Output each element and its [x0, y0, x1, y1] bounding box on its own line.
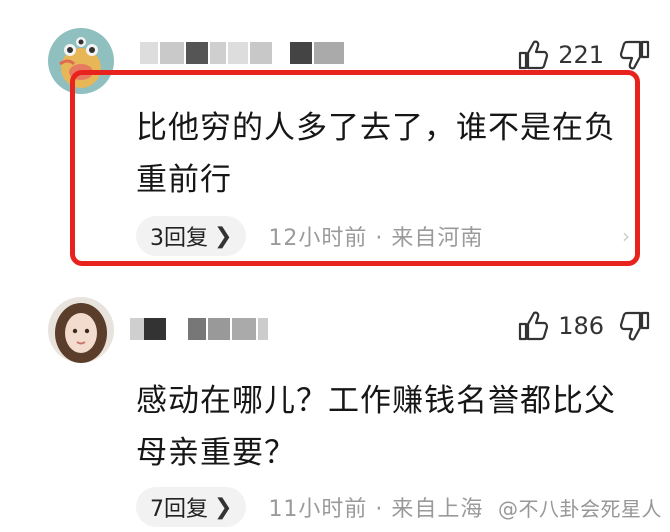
watermark: @不八卦会死星人	[498, 497, 662, 521]
replies-button[interactable]: 7回复 ❯	[136, 487, 247, 527]
thumbs-down-icon	[618, 38, 652, 72]
comment-text: 感动在哪儿？工作赚钱名誉都比父母亲重要？	[136, 383, 616, 471]
like-controls: 221	[516, 38, 652, 72]
username-redacted[interactable]	[130, 318, 290, 340]
highlight-box	[70, 70, 640, 266]
like-count: 186	[558, 312, 604, 340]
like-count: 221	[558, 41, 604, 69]
like-button[interactable]: 221	[516, 38, 604, 72]
comment-meta: 7回复 ❯ 11小时前 · 来自上海	[136, 487, 483, 527]
thumbs-up-icon	[516, 38, 550, 72]
like-button[interactable]: 186	[516, 309, 604, 343]
thumbs-up-icon	[516, 309, 550, 343]
thumbs-down-icon	[618, 309, 652, 343]
dislike-button[interactable]	[618, 38, 652, 72]
avatar-image	[48, 297, 114, 363]
comment-time-location: 11小时前 · 来自上海	[268, 497, 484, 522]
replies-label: 7回复	[150, 497, 208, 522]
chevron-right-icon: ❯	[214, 494, 233, 520]
dislike-button[interactable]	[618, 309, 652, 343]
username-redacted[interactable]	[140, 42, 350, 64]
like-controls: 186	[516, 309, 652, 343]
comment-item: 221 比他穷的人多了去了，谁不是在负重前行 3回复 ❯ 12小时前 · 来自河…	[0, 0, 670, 270]
avatar[interactable]	[48, 297, 114, 363]
